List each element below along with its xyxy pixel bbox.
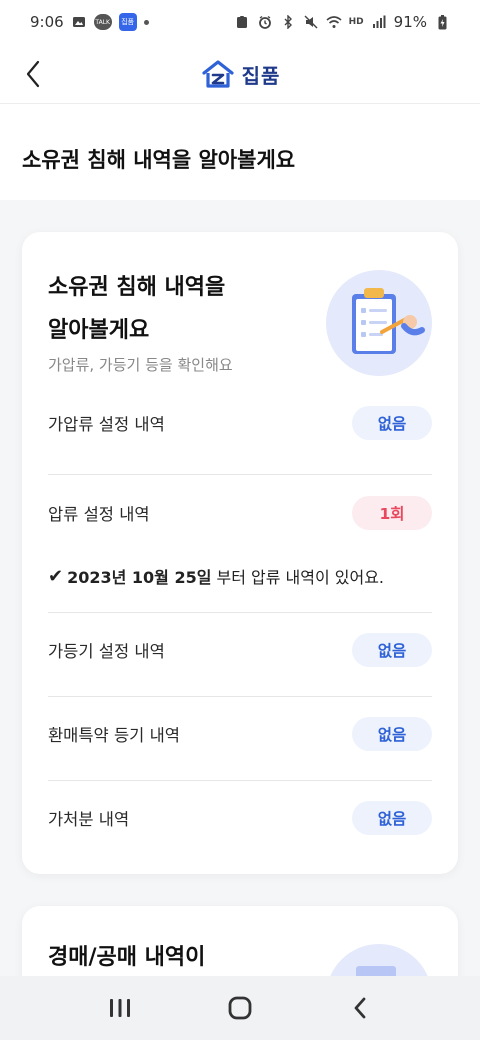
recent-apps-icon [110,999,130,1017]
signal-icon [371,14,387,30]
app-notification-icon: 집품 [118,13,137,31]
status-badge: 없음 [352,717,432,751]
more-notifications-dot-icon [143,19,149,25]
back-chevron-icon [354,997,366,1019]
status-badge: 없음 [352,801,432,835]
house-logo-icon [201,60,234,88]
app-header: 집품 [0,44,480,104]
brand-name: 집품 [241,63,281,88]
note-text: 부터 압류 내역이 있어요. [216,568,385,587]
battery-charging-icon [434,14,450,30]
status-left: 9:06 TALK 집품 [30,13,149,31]
row-provisional-disposition: 가처분 내역 없음 [48,801,432,835]
row-label: 환매특약 등기 내역 [48,726,180,745]
card-heading-line2: 알아볼게요 [48,318,150,343]
row-provisional-registration: 가등기 설정 내역 없음 [48,633,432,667]
title-section: 소유권 침해 내역을 알아볼게요 [0,104,480,200]
home-button[interactable] [216,984,264,1032]
clipboard-checklist-illustration [326,270,432,376]
system-back-button[interactable] [336,984,384,1032]
row-label: 가처분 내역 [48,810,130,829]
status-badge: 없음 [352,633,432,667]
battery-percent: 91% [393,13,427,31]
checkmark-icon: ✔ [48,565,64,587]
card-heading-line1: 소유권 침해 내역을 [48,275,226,300]
status-badge-warning: 1회 [352,496,432,530]
ownership-infringement-card: 소유권 침해 내역을 알아볼게요 가압류, 가등기 등을 확인해요 가압류 설정… [22,232,458,874]
talk-notification-icon: TALK [93,14,112,30]
mute-icon [303,14,319,30]
card-subtitle: 가압류, 가등기 등을 확인해요 [48,356,233,374]
home-icon [228,996,252,1020]
divider [48,780,432,781]
divider [48,474,432,475]
status-badge: 없음 [352,406,432,440]
wifi-icon [326,14,342,30]
page-title: 소유권 침해 내역을 알아볼게요 [22,148,296,172]
row-label: 가등기 설정 내역 [48,642,165,661]
row-seizure: 압류 설정 내역 1회 [48,496,432,530]
status-bar: 9:06 TALK 집품 HD 91% [0,0,480,44]
note-date: 2023년 10월 25일 [67,568,212,587]
row-label: 가압류 설정 내역 [48,415,165,434]
bluetooth-icon [280,14,296,30]
alarm-icon [257,14,273,30]
clipboard-check-icon [352,288,425,354]
row-label: 압류 설정 내역 [48,505,150,524]
row-repurchase-registration: 환매특약 등기 내역 없음 [48,717,432,751]
hd-voice-icon: HD [348,17,364,27]
row-provisional-seizure: 가압류 설정 내역 없음 [48,406,432,440]
card2-heading: 경매/공매 내역이 [48,945,206,970]
status-time: 9:06 [30,13,64,31]
clipboard-icon [234,14,250,30]
recent-apps-button[interactable] [96,984,144,1032]
system-nav-bar [0,976,480,1040]
divider [48,696,432,697]
seizure-note: ✔ 2023년 10월 25일 부터 압류 내역이 있어요. [48,564,384,588]
status-right: HD 91% [234,13,450,31]
card-heading: 소유권 침해 내역을 알아볼게요 [48,266,308,352]
gallery-icon [71,14,87,30]
divider [48,612,432,613]
brand-logo: 집품 [0,44,480,104]
